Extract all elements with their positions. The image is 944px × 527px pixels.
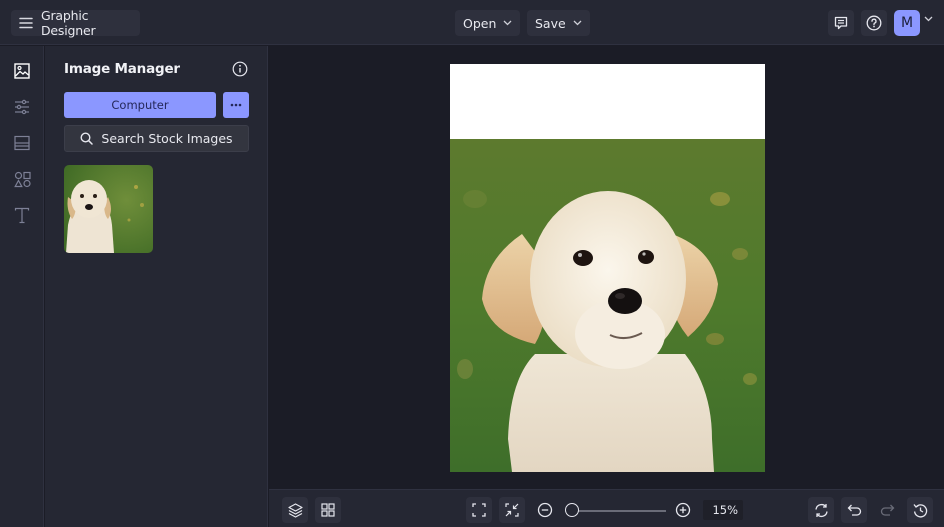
zoom-slider-handle[interactable] [564, 503, 579, 517]
app-title: Graphic Designer [41, 8, 96, 38]
undo-icon [847, 504, 862, 517]
chevron-down-icon[interactable] [924, 16, 933, 22]
layers-icon [287, 502, 303, 518]
ellipsis-icon [230, 103, 242, 107]
grid-icon [321, 503, 335, 517]
layers-button[interactable] [282, 497, 308, 523]
redo-button[interactable] [874, 497, 900, 523]
zoom-out-button[interactable] [535, 500, 555, 520]
image-icon [14, 63, 30, 79]
rail-item-text[interactable] [11, 204, 33, 226]
image-thumbnail[interactable] [64, 165, 153, 253]
rail-item-images[interactable] [11, 60, 33, 82]
puppy-thumbnail-image [64, 165, 153, 253]
info-icon[interactable] [232, 61, 248, 77]
more-options-button[interactable] [223, 92, 249, 118]
fit-screen-button[interactable] [466, 497, 492, 523]
text-icon [14, 207, 30, 224]
puppy-canvas-image[interactable] [450, 139, 765, 472]
workspace [269, 46, 944, 489]
zoom-out-icon [537, 502, 553, 518]
history-button[interactable] [907, 497, 933, 523]
top-bar: Graphic Designer Open Save M [0, 0, 944, 45]
zoom-slider-track[interactable] [569, 510, 666, 512]
comment-icon [834, 16, 848, 30]
search-stock-images-label: Search Stock Images [101, 131, 233, 146]
tool-rail [0, 46, 44, 527]
history-icon [912, 503, 928, 518]
chevron-down-icon [503, 20, 512, 26]
question-circle-icon [866, 15, 882, 31]
search-stock-images-button[interactable]: Search Stock Images [64, 125, 249, 152]
design-canvas[interactable] [450, 64, 765, 472]
bottom-toolbar: 15% [269, 489, 944, 527]
redo-icon [880, 504, 895, 517]
undo-button[interactable] [841, 497, 867, 523]
sliders-icon [14, 99, 30, 115]
rail-item-layouts[interactable] [11, 132, 33, 154]
chevron-down-icon [573, 20, 582, 26]
open-menu-button[interactable]: Open [455, 10, 521, 36]
replace-image-button[interactable] [808, 497, 834, 523]
upload-from-computer-button[interactable]: Computer [64, 92, 216, 118]
layout-icon [14, 135, 30, 151]
save-menu-button[interactable]: Save [527, 10, 590, 36]
shrink-icon [505, 503, 519, 517]
refresh-icon [814, 503, 829, 518]
zoom-percentage[interactable]: 15% [703, 500, 743, 520]
hamburger-icon [19, 17, 33, 29]
user-avatar[interactable]: M [894, 10, 920, 36]
shapes-icon [13, 171, 31, 188]
shrink-button[interactable] [499, 497, 525, 523]
feedback-button[interactable] [828, 10, 854, 36]
grid-button[interactable] [315, 497, 341, 523]
panel-title: Image Manager [64, 61, 180, 77]
save-label: Save [535, 15, 566, 31]
rail-item-graphics[interactable] [11, 168, 33, 190]
image-manager-panel: Image Manager Computer Search Stock Imag… [45, 46, 268, 527]
fit-screen-icon [472, 503, 486, 517]
search-icon [80, 132, 94, 145]
app-menu-button[interactable]: Graphic Designer [11, 8, 140, 38]
rail-item-adjustments[interactable] [11, 96, 33, 118]
zoom-in-button[interactable] [673, 500, 693, 520]
zoom-in-icon [675, 502, 691, 518]
help-button[interactable] [861, 10, 887, 36]
open-label: Open [463, 15, 497, 31]
